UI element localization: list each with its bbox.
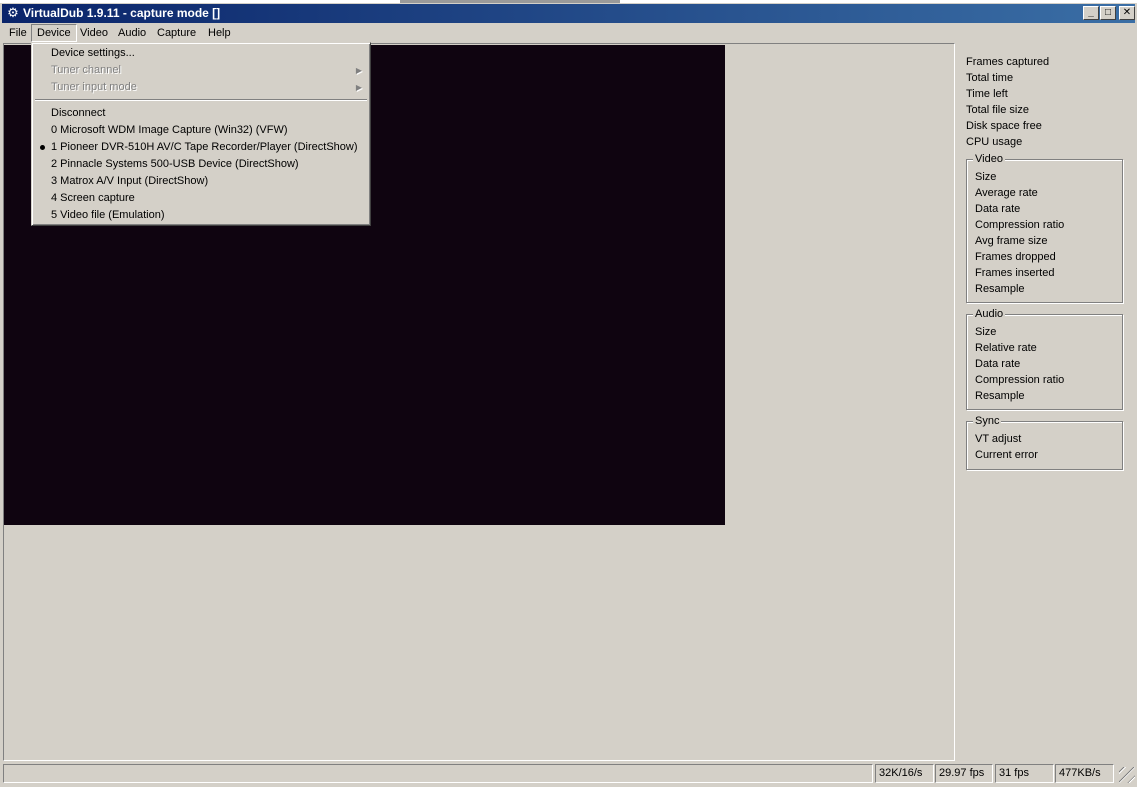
device-menu-dropdown: Device settings... Tuner channel ▶ Tuner… xyxy=(31,42,371,226)
menuitem-device-4[interactable]: 4 Screen capture xyxy=(34,190,368,207)
video-avg-frame-size: Avg frame size xyxy=(975,235,1048,247)
menuitem-tuner-input-mode: Tuner input mode ▶ xyxy=(34,79,368,96)
menuitem-device-3[interactable]: 3 Matrox A/V Input (DirectShow) xyxy=(34,173,368,190)
status-bar: 32K/16/s 29.97 fps 31 fps 477KB/s xyxy=(0,763,1137,787)
close-button[interactable]: ✕ xyxy=(1119,6,1135,20)
menuitem-disconnect[interactable]: Disconnect xyxy=(34,105,368,122)
menuitem-tuner-channel: Tuner channel ▶ xyxy=(34,62,368,79)
video-data-rate: Data rate xyxy=(975,203,1021,215)
menuitem-device-1-label: 1 Pioneer DVR-510H AV/C Tape Recorder/Pl… xyxy=(51,141,358,153)
info-frames-captured: Frames captured xyxy=(966,56,1050,68)
window-title: VirtualDub 1.9.11 - capture mode [] xyxy=(23,6,221,20)
menu-help[interactable]: Help xyxy=(202,24,237,42)
audio-group-caption: Audio xyxy=(973,307,1006,321)
video-group: Video Size Average rate Data rate Compre… xyxy=(966,152,1123,303)
audio-group: Audio Size Relative rate Data rate Compr… xyxy=(966,307,1123,410)
audio-size: Size xyxy=(975,326,997,338)
status-audio-format: 32K/16/s xyxy=(875,764,934,783)
status-target-fps: 29.97 fps xyxy=(935,764,993,783)
sync-vt-adjust: VT adjust xyxy=(975,433,1022,445)
menu-bar: File Device Video Audio Capture Help xyxy=(0,24,1137,42)
menu-capture[interactable]: Capture xyxy=(151,24,202,42)
info-total-file-size: Total file size xyxy=(966,104,1029,116)
sync-group-caption: Sync xyxy=(973,414,1002,428)
info-cpu-usage: CPU usage xyxy=(966,136,1023,148)
resize-grip-icon[interactable] xyxy=(1119,767,1135,783)
menuitem-device-2[interactable]: 2 Pinnacle Systems 500-USB Device (Direc… xyxy=(34,156,368,173)
menuitem-device-0-label: 0 Microsoft WDM Image Capture (Win32) (V… xyxy=(51,124,288,136)
audio-relative-rate: Relative rate xyxy=(975,342,1037,354)
video-frames-inserted: Frames inserted xyxy=(975,267,1055,279)
background-window-strip xyxy=(400,0,620,3)
audio-compression-ratio: Compression ratio xyxy=(975,374,1065,386)
menu-device[interactable]: Device xyxy=(31,24,77,42)
menuitem-device-settings-label: Device settings... xyxy=(51,47,135,59)
video-compression-ratio: Compression ratio xyxy=(975,219,1065,231)
audio-data-rate: Data rate xyxy=(975,358,1021,370)
menuitem-device-settings[interactable]: Device settings... xyxy=(34,45,368,62)
sync-group: Sync VT adjust Current error xyxy=(966,414,1123,470)
menuitem-device-1[interactable]: 1 Pioneer DVR-510H AV/C Tape Recorder/Pl… xyxy=(34,139,368,156)
submenu-arrow-icon: ▶ xyxy=(355,66,362,75)
info-total-time: Total time xyxy=(966,72,1014,84)
menuitem-device-0[interactable]: 0 Microsoft WDM Image Capture (Win32) (V… xyxy=(34,122,368,139)
video-frames-dropped: Frames dropped xyxy=(975,251,1056,263)
title-bar-caption[interactable]: ⚙ VirtualDub 1.9.11 - capture mode [] _ … xyxy=(2,4,1135,23)
menuitem-device-2-label: 2 Pinnacle Systems 500-USB Device (Direc… xyxy=(51,158,299,170)
status-main-pane xyxy=(3,764,873,783)
menuitem-tuner-input-mode-label: Tuner input mode xyxy=(51,81,137,93)
menu-file[interactable]: File xyxy=(3,24,33,42)
info-time-left: Time left xyxy=(966,88,1008,100)
menuitem-device-4-label: 4 Screen capture xyxy=(51,192,135,204)
video-average-rate: Average rate xyxy=(975,187,1038,199)
minimize-button[interactable]: _ xyxy=(1083,6,1099,20)
app-gear-icon[interactable]: ⚙ xyxy=(5,6,21,20)
video-resample: Resample xyxy=(975,283,1025,295)
video-size: Size xyxy=(975,171,997,183)
title-bar[interactable]: ⚙ VirtualDub 1.9.11 - capture mode [] _ … xyxy=(0,0,1137,24)
maximize-button[interactable]: □ xyxy=(1100,6,1116,20)
capture-info-panel: Frames captured Total time Time left Tot… xyxy=(958,48,1134,758)
submenu-arrow-icon: ▶ xyxy=(355,83,362,92)
menuitem-device-5-label: 5 Video file (Emulation) xyxy=(51,209,165,221)
sync-current-error: Current error xyxy=(975,449,1038,461)
menuitem-device-5[interactable]: 5 Video file (Emulation) xyxy=(34,207,368,224)
selected-radio-dot-icon xyxy=(40,145,45,150)
status-data-rate: 477KB/s xyxy=(1055,764,1114,783)
status-actual-fps: 31 fps xyxy=(995,764,1054,783)
menuitem-disconnect-label: Disconnect xyxy=(51,107,106,119)
menuitem-device-3-label: 3 Matrox A/V Input (DirectShow) xyxy=(51,175,209,187)
audio-resample: Resample xyxy=(975,390,1025,402)
menu-separator xyxy=(35,99,367,101)
menu-video[interactable]: Video xyxy=(74,24,114,42)
video-group-caption: Video xyxy=(973,152,1005,166)
menu-audio[interactable]: Audio xyxy=(112,24,152,42)
info-disk-space-free: Disk space free xyxy=(966,120,1042,132)
menuitem-tuner-channel-label: Tuner channel xyxy=(51,64,121,76)
